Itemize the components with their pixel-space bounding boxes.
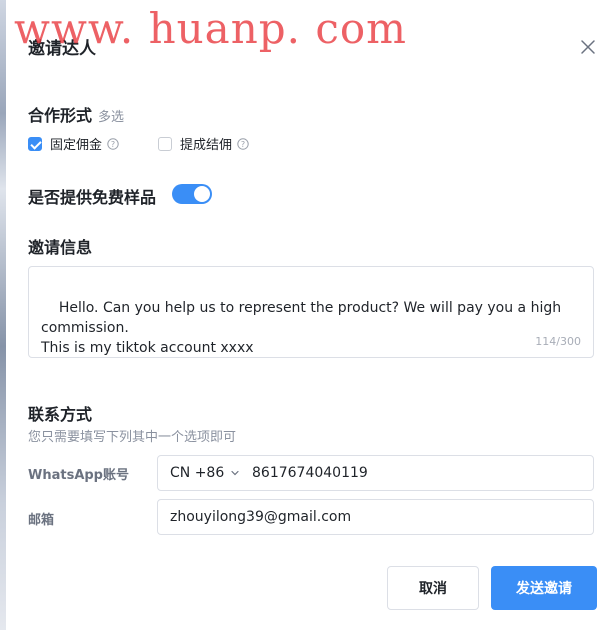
free-sample-label: 是否提供免费样品 (28, 188, 157, 207)
invite-message-text: Hello. Can you help us to represent the … (41, 300, 562, 356)
email-label: 邮箱 (28, 513, 55, 528)
fixed-commission-checkbox[interactable] (28, 136, 42, 151)
commission-share-label: 提成结佣 (180, 138, 233, 153)
send-invite-button[interactable]: 发送邀请 (491, 566, 597, 610)
invite-message-textarea[interactable]: Hello. Can you help us to represent the … (28, 266, 594, 358)
help-icon[interactable]: ? (237, 137, 249, 150)
phone-number-input[interactable]: 8617674040119 (252, 465, 368, 481)
dialog-title: 邀请达人 (28, 39, 96, 59)
fixed-commission-label: 固定佣金 (50, 138, 103, 153)
multi-select-hint: 多选 (98, 110, 125, 125)
free-sample-toggle[interactable] (172, 184, 212, 204)
contact-section-title: 联系方式 (28, 405, 93, 424)
svg-text:?: ? (241, 139, 245, 148)
whatsapp-label: WhatsApp账号 (28, 468, 129, 483)
character-counter: 114/300 (535, 335, 581, 348)
chevron-down-icon (231, 470, 239, 476)
commission-share-checkbox[interactable] (158, 136, 172, 151)
close-icon[interactable] (579, 38, 597, 56)
whatsapp-field[interactable]: CN +86 8617674040119 (157, 455, 594, 491)
email-input-value: zhouyilong39@gmail.com (170, 509, 352, 525)
option-fixed-commission[interactable]: 固定佣金 ? (28, 134, 119, 153)
invite-creator-dialog: www. huanp. com 邀请达人 合作形式 多选 固定佣金 ? 提成结佣 … (6, 0, 615, 630)
option-commission-share[interactable]: 提成结佣 ? (158, 134, 249, 153)
invite-message-title: 邀请信息 (28, 238, 93, 257)
toggle-knob (194, 186, 210, 202)
country-code-value: CN +86 (170, 465, 225, 481)
country-code-select[interactable]: CN +86 (158, 465, 252, 481)
svg-text:?: ? (111, 139, 115, 148)
contact-hint: 您只需要填写下列其中一个选项即可 (28, 430, 237, 445)
email-field[interactable]: zhouyilong39@gmail.com (157, 499, 594, 535)
help-icon[interactable]: ? (107, 137, 119, 150)
cancel-button[interactable]: 取消 (387, 566, 479, 610)
cooperation-title: 合作形式 (28, 106, 93, 125)
cooperation-section-title: 合作形式 多选 (28, 102, 124, 126)
